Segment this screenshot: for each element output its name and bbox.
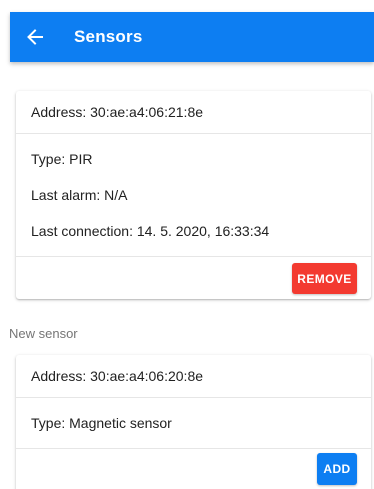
back-button[interactable] [10, 12, 60, 62]
remove-button[interactable]: REMOVE [292, 263, 357, 294]
sensor-type: Type: PIR [31, 151, 93, 167]
app-bar: Sensors [10, 12, 374, 62]
sensor-card: Address: 30:ae:a4:06:21:8e Type: PIR Las… [16, 91, 371, 299]
sensor-last-connection: Last connection: 14. 5. 2020, 16:33:34 [31, 223, 270, 239]
new-sensor-card: Address: 30:ae:a4:06:20:8e Type: Magneti… [16, 355, 371, 489]
new-sensor-heading: New sensor [9, 326, 78, 341]
sensor-address: Address: 30:ae:a4:06:21:8e [16, 91, 371, 134]
new-sensor-card-actions: ADD [16, 449, 371, 485]
new-sensor-details: Type: Magnetic sensor [16, 398, 371, 449]
sensor-card-actions: REMOVE [16, 257, 371, 294]
sensor-details: Type: PIR Last alarm: N/A Last connectio… [16, 134, 371, 257]
new-sensor-address: Address: 30:ae:a4:06:20:8e [16, 355, 371, 398]
add-button[interactable]: ADD [317, 453, 357, 485]
sensor-last-alarm: Last alarm: N/A [31, 187, 128, 203]
arrow-left-icon [27, 29, 43, 45]
new-sensor-type: Type: Magnetic sensor [31, 415, 172, 431]
page-title: Sensors [74, 27, 143, 46]
